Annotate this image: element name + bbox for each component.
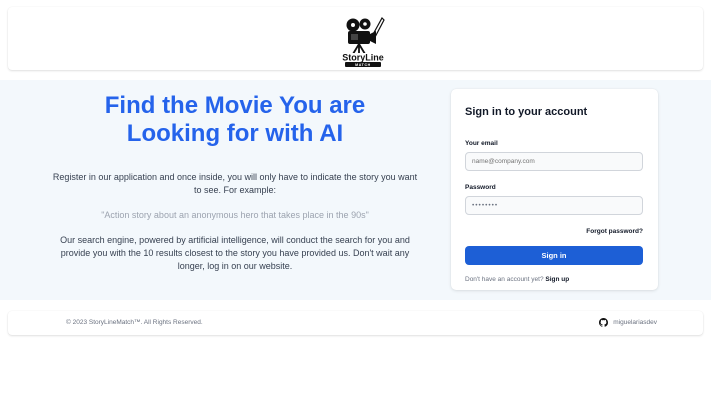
signup-prompt: Don't have an account yet? Sign up xyxy=(465,276,569,283)
storyline-logo[interactable]: StoryLine MATCH xyxy=(338,14,388,68)
forgot-password-link[interactable]: Forgot password? xyxy=(586,228,643,235)
site-footer: © 2023 StoryLineMatch™. All Rights Reser… xyxy=(8,311,703,335)
hero-description: Our search engine, powered by artificial… xyxy=(60,235,410,271)
copyright-text: © 2023 StoryLineMatch™. All Rights Reser… xyxy=(66,319,203,326)
logo-subtext: MATCH xyxy=(355,63,371,67)
hero-example: "Action story about an anonymous hero th… xyxy=(101,210,369,220)
hero-title: Find the Movie You are Looking for with … xyxy=(104,92,366,147)
password-field[interactable] xyxy=(465,196,643,215)
site-header: StoryLine MATCH xyxy=(8,7,703,70)
signin-card: Sign in to your account Your email Passw… xyxy=(451,89,658,290)
email-label: Your email xyxy=(465,140,498,147)
no-account-text: Don't have an account yet? xyxy=(465,276,544,283)
logo-wordmark: StoryLine xyxy=(342,53,384,63)
github-username: miguelariasdev xyxy=(613,319,657,326)
github-link[interactable]: miguelariasdev xyxy=(599,318,657,327)
hero-intro: Register in our application and once ins… xyxy=(52,172,418,195)
email-field[interactable] xyxy=(465,152,643,171)
hero-section: Find the Movie You are Looking for with … xyxy=(0,80,711,300)
github-icon xyxy=(599,318,609,327)
signin-title: Sign in to your account xyxy=(465,106,588,118)
signin-button[interactable]: Sign in xyxy=(465,246,643,265)
password-label: Password xyxy=(465,184,496,191)
signup-link[interactable]: Sign up xyxy=(545,276,569,283)
